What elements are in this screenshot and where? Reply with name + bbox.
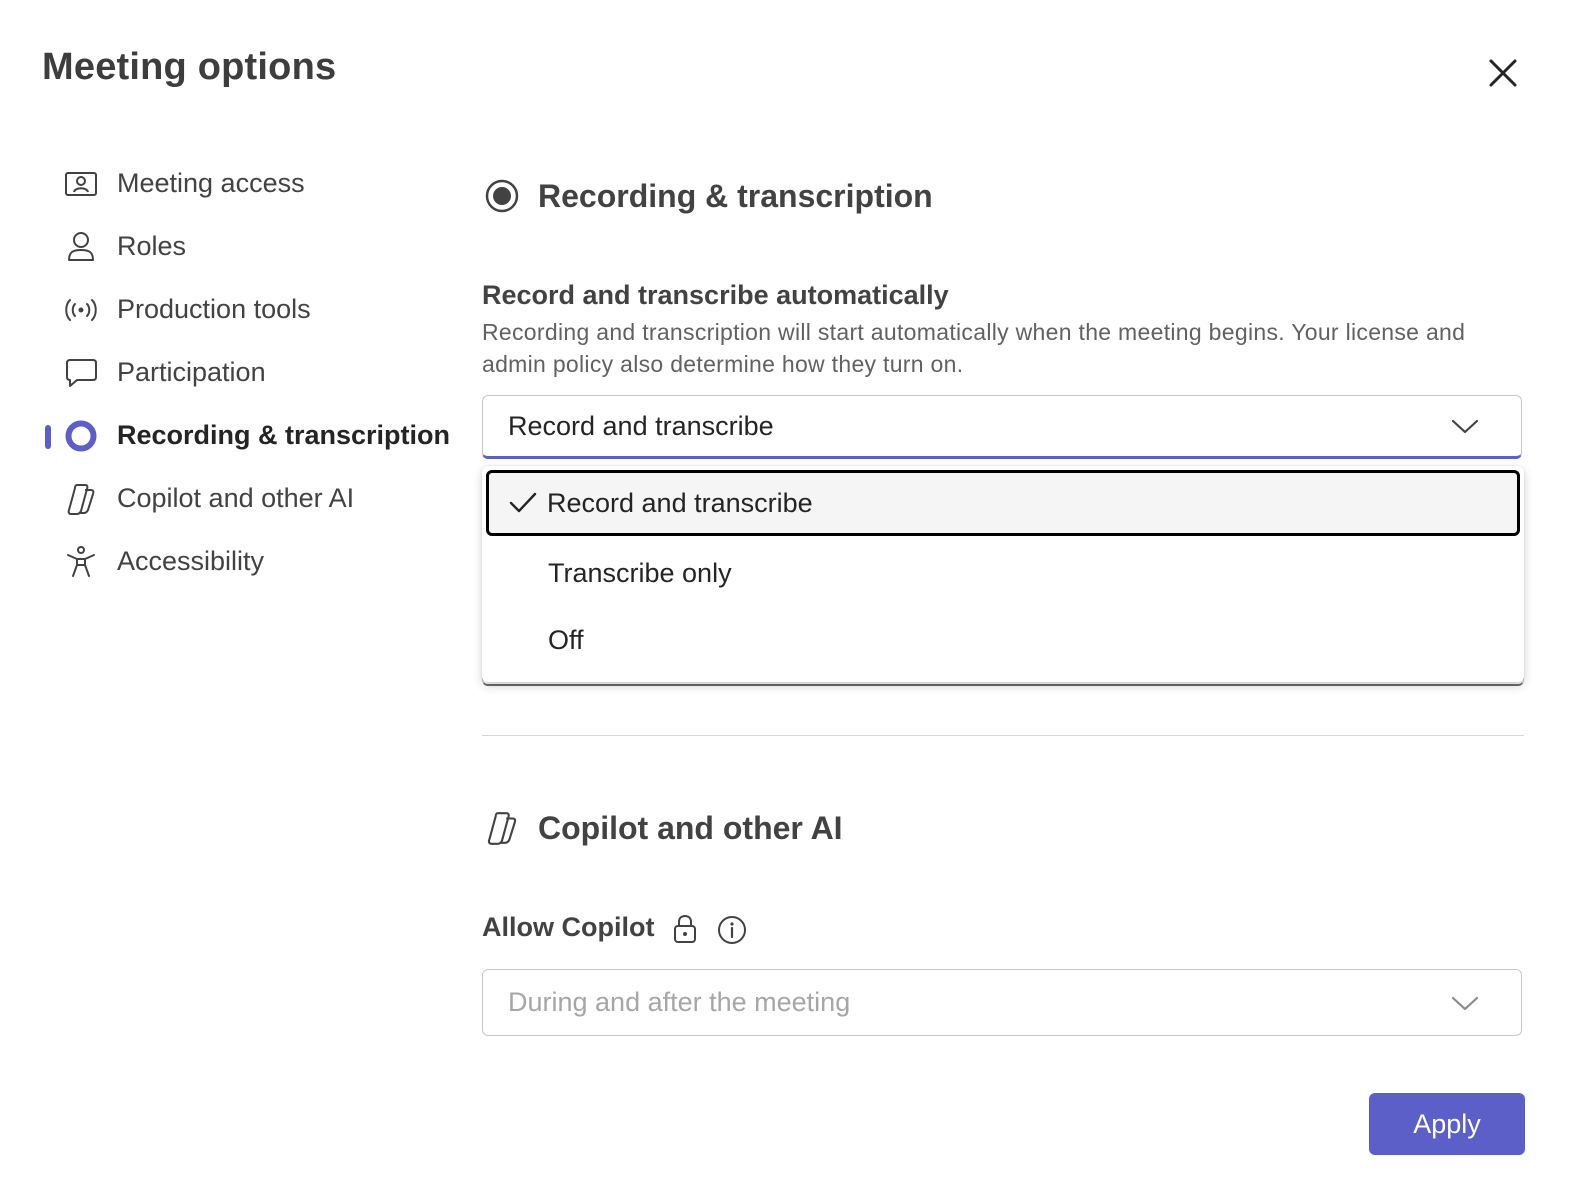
close-icon (1489, 59, 1517, 87)
person-icon (62, 228, 100, 266)
sidebar-item-label: Accessibility (117, 546, 265, 576)
sidebar-item-label: Recording & transcription (117, 420, 451, 450)
record-transcribe-select[interactable]: Record and transcribe (482, 395, 1522, 459)
info-icon[interactable] (716, 914, 748, 946)
sidebar-item-label: Production tools (117, 294, 311, 324)
chevron-down-icon (1451, 996, 1479, 1011)
select-value: Record and transcribe (508, 410, 774, 441)
sidebar-item-label: Copilot and other AI (117, 483, 355, 513)
section-title: Recording & transcription (538, 177, 933, 214)
accessibility-icon (62, 543, 100, 581)
sidebar-item-roles[interactable]: Roles (0, 215, 470, 278)
broadcast-icon (62, 291, 100, 329)
record-transcribe-label: Record and transcribe automatically (482, 280, 949, 310)
chat-icon (62, 354, 100, 392)
option-label: Off (548, 624, 584, 655)
dropdown-option-transcribe-only[interactable]: Transcribe only (486, 540, 1520, 606)
record-transcribe-dropdown: Record and transcribe Transcribe only Of… (482, 466, 1524, 682)
dropdown-option-off[interactable]: Off (486, 607, 1520, 673)
allow-copilot-select[interactable]: During and after the meeting (482, 969, 1522, 1036)
sidebar-item-label: Meeting access (117, 168, 305, 198)
lock-icon (674, 914, 696, 943)
sidebar-item-production-tools[interactable]: Production tools (0, 278, 470, 341)
copilot-section-header: Copilot and other AI (482, 808, 843, 848)
select-value: During and after the meeting (508, 987, 851, 1017)
recording-section-header: Recording & transcription (482, 176, 933, 216)
record-icon (62, 417, 100, 455)
option-label: Transcribe only (548, 557, 732, 588)
sidebar-item-copilot[interactable]: Copilot and other AI (0, 467, 470, 530)
sidebar-item-recording-transcription[interactable]: Recording & transcription (0, 404, 470, 467)
sidebar-item-meeting-access[interactable]: Meeting access (0, 152, 470, 215)
section-title: Copilot and other AI (538, 809, 843, 846)
dropdown-option-record-and-transcribe[interactable]: Record and transcribe (486, 470, 1520, 536)
chevron-down-icon (1451, 419, 1479, 434)
section-divider (482, 735, 1524, 736)
record-icon (482, 176, 522, 216)
copilot-icon (62, 480, 100, 518)
close-button[interactable] (1480, 50, 1526, 96)
sidebar-item-accessibility[interactable]: Accessibility (0, 530, 470, 593)
allow-copilot-label: Allow Copilot (482, 912, 655, 942)
sidebar-item-label: Roles (117, 231, 187, 261)
dialog-title: Meeting options (42, 46, 337, 88)
sidebar-item-label: Participation (117, 357, 266, 387)
active-indicator (45, 425, 51, 449)
person-card-icon (62, 165, 100, 203)
option-label: Record and transcribe (547, 487, 813, 518)
checkmark-icon (509, 492, 537, 513)
sidebar-nav: Meeting access Roles Production tools Pa… (0, 152, 470, 593)
record-transcribe-description: Recording and transcription will start a… (482, 319, 1466, 377)
sidebar-item-participation[interactable]: Participation (0, 341, 470, 404)
apply-button[interactable]: Apply (1369, 1093, 1525, 1155)
copilot-icon (482, 808, 522, 848)
